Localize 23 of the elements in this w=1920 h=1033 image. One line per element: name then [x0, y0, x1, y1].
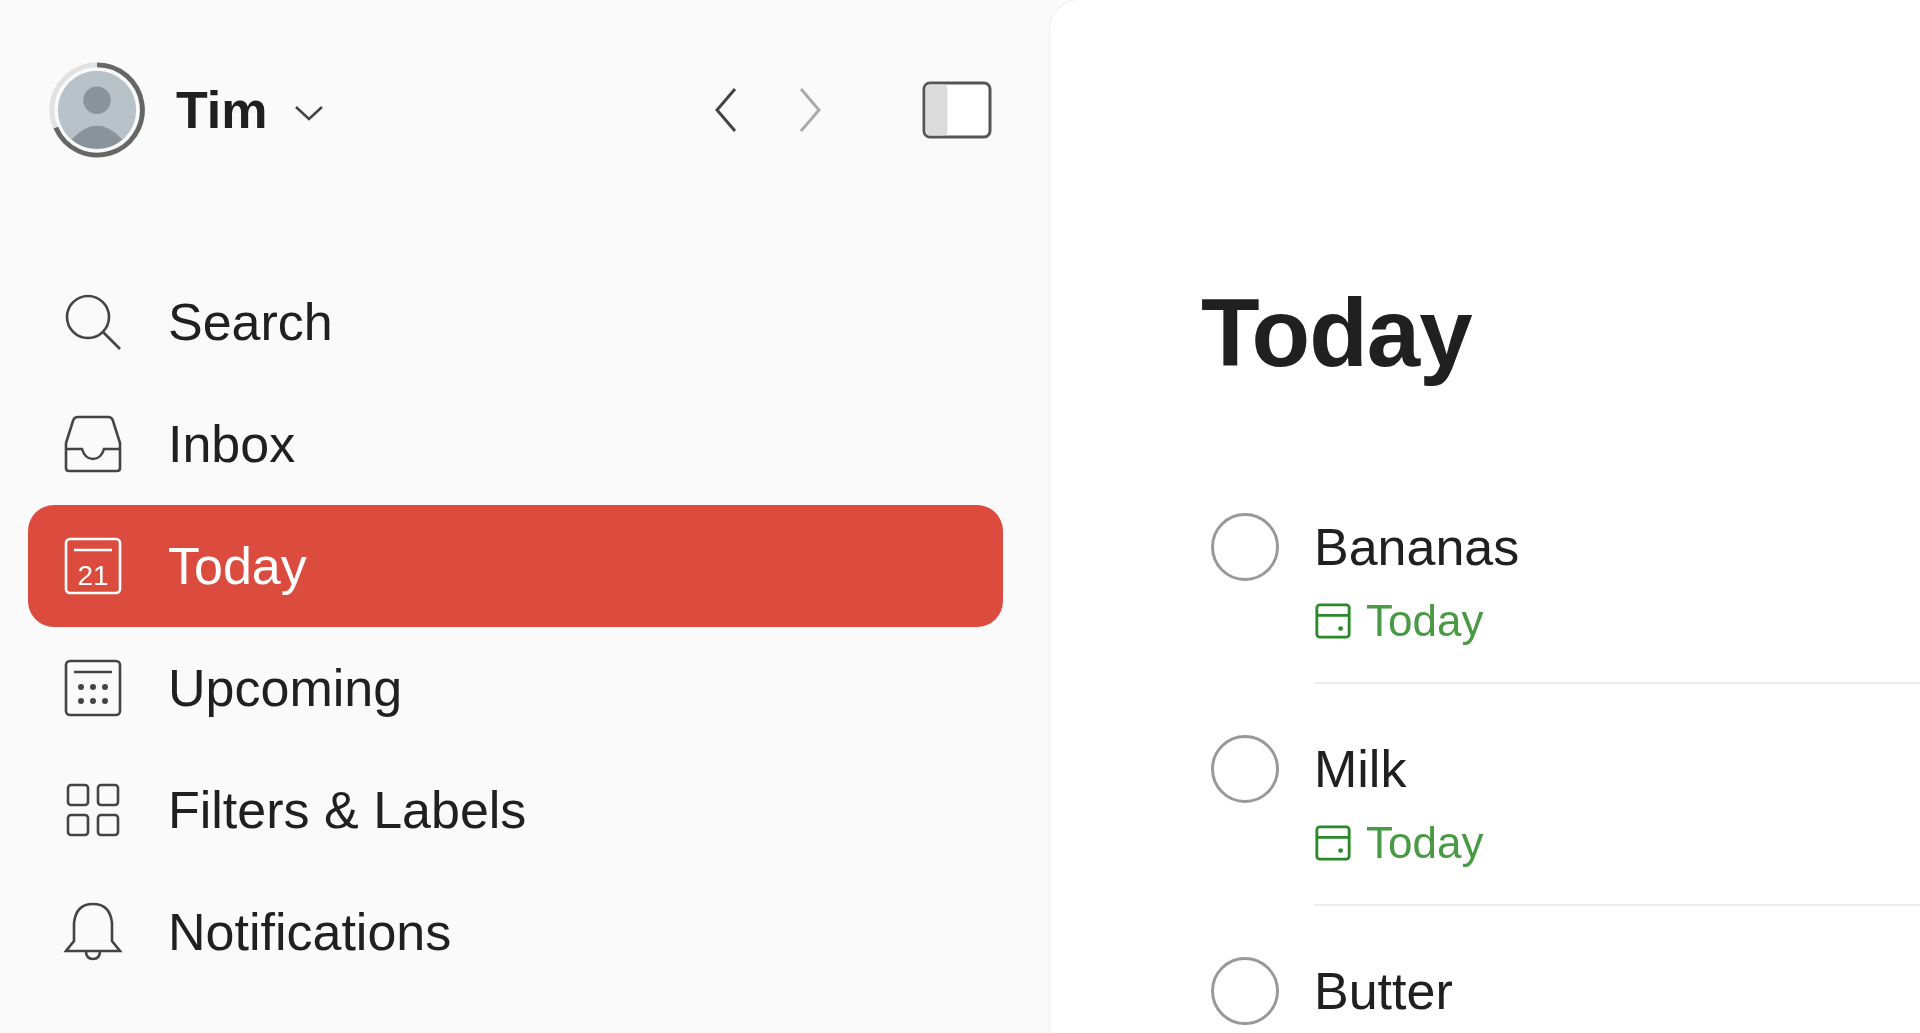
task-title: Bananas [1314, 517, 1521, 578]
back-button[interactable] [714, 86, 738, 134]
sidebar-item[interactable]: Notifications [28, 871, 1003, 993]
account-menu[interactable]: Tim [48, 61, 324, 159]
due-date[interactable]: Today [1366, 596, 1484, 646]
tray-icon [62, 413, 124, 475]
sidebar-item[interactable]: Filters & Labels [28, 749, 1003, 871]
sidebar-item[interactable]: Upcoming [28, 627, 1003, 749]
sidebar-item[interactable]: Search [28, 261, 1003, 383]
calendar-icon [1314, 602, 1352, 640]
task-title: Butter [1314, 961, 1454, 1022]
sidebar-item[interactable]: 21 Today [28, 505, 1003, 627]
due-date[interactable]: Today [1366, 818, 1484, 868]
sidebar-item[interactable]: Inbox [28, 383, 1003, 505]
bell-icon [62, 901, 124, 963]
chevron-down-icon [293, 104, 324, 122]
avatar-icon [48, 61, 146, 159]
task-title: Milk [1314, 739, 1408, 800]
calendar-icon [1314, 824, 1352, 862]
calendar-icon: 21 [62, 535, 124, 597]
sidebar-toggle-button[interactable] [922, 81, 992, 139]
page-title: Today [1201, 278, 1473, 388]
calendar-icon [62, 657, 124, 719]
